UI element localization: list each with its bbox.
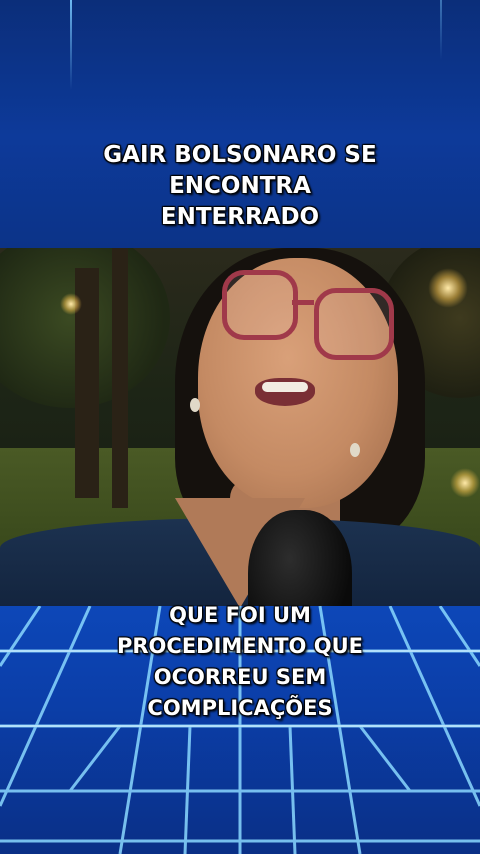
reporter-teeth	[262, 382, 308, 392]
caption-line-4: COMPLICAÇÕES	[147, 696, 333, 720]
top-title-panel: GAIR BOLSONARO SE ENCONTRA ENTERRADO	[0, 0, 480, 248]
headline-text: GAIR BOLSONARO SE ENCONTRA ENTERRADO	[0, 140, 480, 233]
headline-line-2: ENCONTRA	[169, 173, 311, 199]
street-light	[428, 268, 468, 308]
earring	[350, 443, 360, 457]
headline-line-3: ENTERRADO	[160, 204, 320, 230]
video-frame: GAIR BOLSONARO SE ENCONTRA ENTERRADO QUE…	[0, 0, 480, 854]
reporter-video	[0, 248, 480, 606]
subtitle-caption: QUE FOI UM PROCEDIMENTO QUE OCORREU SEM …	[0, 600, 480, 724]
tree-trunk	[112, 248, 128, 508]
glasses-left-lens	[222, 270, 298, 340]
street-light	[60, 293, 82, 315]
caption-line-2: PROCEDIMENTO QUE	[117, 634, 363, 658]
caption-line-1: QUE FOI UM	[169, 603, 311, 627]
light-streak	[440, 0, 442, 60]
light-streak	[70, 0, 72, 90]
headline-line-1: GAIR BOLSONARO SE	[103, 142, 377, 168]
glasses-bridge	[292, 300, 314, 305]
caption-line-3: OCORREU SEM	[153, 665, 327, 689]
glasses-right-lens	[314, 288, 394, 360]
street-light	[450, 468, 480, 498]
earring	[190, 398, 200, 412]
